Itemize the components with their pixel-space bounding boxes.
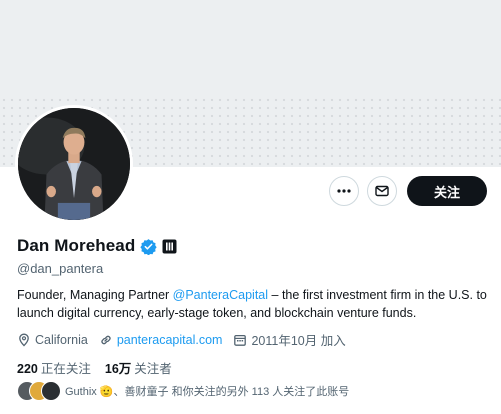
followers-count: 16万 — [104, 362, 132, 376]
verified-badge-icon[interactable] — [140, 238, 157, 255]
follow-button[interactable]: 关注 — [407, 176, 487, 206]
profile-actions: 关注 — [329, 176, 487, 206]
message-button[interactable] — [367, 176, 397, 206]
pantera-logo-icon[interactable] — [162, 239, 177, 254]
website-item: panteracapital.com — [99, 333, 223, 347]
calendar-icon — [234, 334, 247, 346]
location-item: California — [17, 333, 88, 347]
user-handle: @dan_pantera — [17, 261, 104, 276]
display-name: Dan Morehead — [17, 236, 136, 255]
joined-text: 2011年10月 加入 — [251, 334, 346, 348]
profile-bio: Founder, Managing Partner @PanteraCapita… — [17, 286, 487, 322]
followers-you-know[interactable]: Guthix 🫡、善财童子 和你关注的另外 113 人关注了此账号 — [17, 381, 349, 401]
name-row: Dan Morehead — [17, 236, 177, 256]
followers-link[interactable]: 16万 关注者 — [105, 358, 172, 377]
followers-you-know-text: Guthix 🫡、善财童子 和你关注的另外 113 人关注了此账号 — [65, 386, 350, 398]
followers-label: 关注者 — [134, 362, 172, 376]
more-button[interactable] — [329, 176, 359, 206]
website-link[interactable]: panteracapital.com — [117, 333, 223, 347]
mutual-avatars — [17, 381, 61, 401]
more-horizontal-icon — [337, 189, 351, 193]
avatar-photo — [18, 108, 130, 220]
joined-item: 2011年10月 加入 — [233, 330, 346, 349]
bio-text-start: Founder, Managing Partner — [17, 288, 173, 302]
location-text: California — [35, 332, 88, 347]
location-pin-icon — [19, 333, 29, 347]
follow-counts: 220 正在关注 16万 关注者 — [17, 358, 186, 377]
link-icon — [101, 335, 111, 344]
mutual-avatar — [41, 381, 61, 401]
profile-meta: California panteracapital.com 2011年10月 加… — [17, 330, 357, 349]
profile-avatar[interactable] — [15, 105, 133, 223]
following-count: 220 — [17, 362, 38, 376]
envelope-icon — [375, 185, 389, 197]
following-label: 正在关注 — [40, 362, 91, 376]
following-link[interactable]: 220 正在关注 — [17, 358, 91, 377]
bio-mention-link[interactable]: @PanteraCapital — [173, 288, 268, 302]
